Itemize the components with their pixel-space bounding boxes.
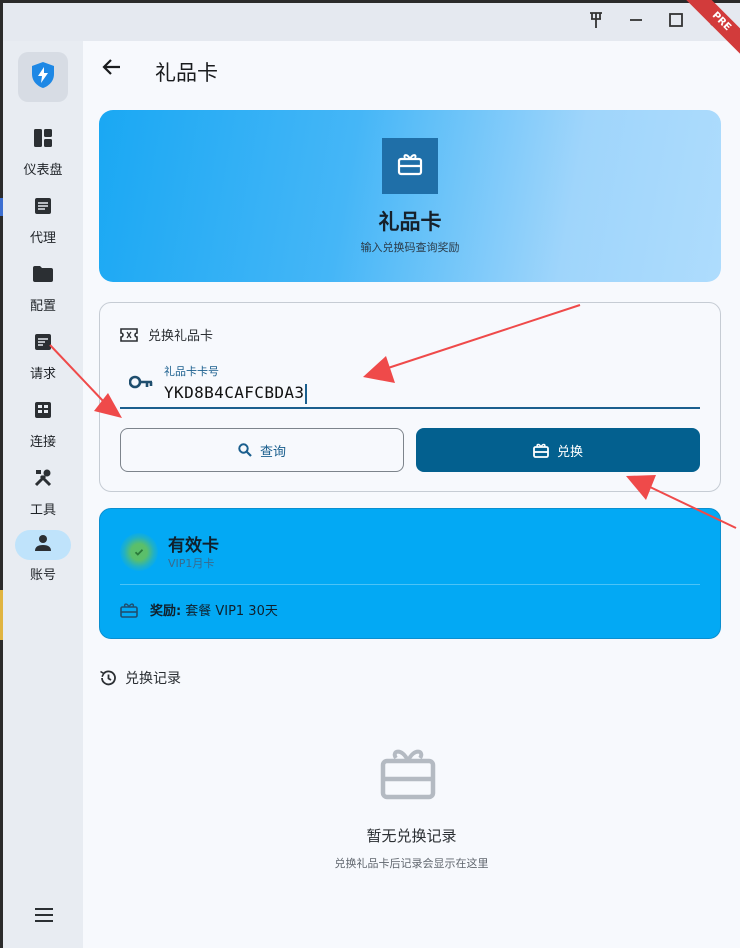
reward-row: 奖励: 套餐 VIP1 30天	[120, 600, 278, 619]
pin-button[interactable]	[583, 9, 609, 35]
gift-card-number-value: YKD8B4CAFCBDA3	[164, 383, 305, 402]
redeem-button-label: 兑换	[556, 444, 583, 460]
query-button-label: 查询	[259, 444, 286, 460]
menu-button[interactable]	[31, 903, 57, 929]
ticket-icon	[120, 327, 140, 343]
sidebar-item-label: 代理	[29, 231, 56, 246]
check-circle-icon	[120, 533, 158, 571]
redeem-button[interactable]: 兑换	[416, 428, 700, 472]
search-icon	[238, 443, 252, 457]
card-type: VIP1月卡	[168, 557, 215, 570]
minimize-icon	[628, 12, 644, 32]
hero-banner: 礼品卡 输入兑换码查询奖励	[99, 110, 721, 282]
sidebar-item-label: 仪表盘	[23, 163, 63, 178]
article-icon	[34, 197, 52, 219]
gift-card-number-input[interactable]: YKD8B4CAFCBDA3	[164, 383, 308, 404]
sidebar-item-tools[interactable]: 工具	[3, 465, 83, 527]
sidebar: 仪表盘 代理 配置 请求 连接 工具 账号	[3, 41, 83, 948]
hero-subtitle: 输入兑换码查询奖励	[360, 241, 460, 254]
empty-state-subtitle: 兑换礼品卡后记录会显示在这里	[334, 857, 489, 870]
page-title: 礼品卡	[155, 61, 218, 85]
shield-bolt-icon	[29, 60, 57, 94]
empty-state-title: 暂无兑换记录	[366, 827, 457, 845]
history-heading-label: 兑换记录	[125, 671, 181, 687]
sidebar-item-requests[interactable]: 请求	[3, 329, 83, 391]
history-icon	[99, 669, 119, 687]
menu-icon	[34, 907, 54, 926]
pin-icon	[587, 11, 605, 33]
query-button[interactable]: 查询	[120, 428, 404, 472]
sidebar-item-label: 请求	[29, 367, 56, 382]
main-content: 礼品卡 礼品卡 输入兑换码查询奖励 兑换礼品卡 礼品卡卡号 YKD8B4CAFC…	[83, 41, 740, 948]
maximize-icon	[668, 12, 684, 32]
sidebar-item-label: 配置	[29, 299, 56, 314]
gift-card-number-label: 礼品卡卡号	[164, 365, 219, 378]
sidebar-item-account[interactable]: 账号	[3, 530, 83, 592]
sidebar-item-connections[interactable]: 连接	[3, 397, 83, 459]
tools-icon	[33, 468, 53, 492]
gift-card-icon	[120, 602, 140, 618]
maximize-button[interactable]	[663, 9, 689, 35]
person-icon	[34, 534, 52, 556]
key-icon	[128, 374, 153, 393]
connections-icon	[34, 401, 52, 423]
redeem-heading-label: 兑换礼品卡	[148, 329, 214, 344]
dashboard-icon	[33, 128, 53, 152]
reward-prefix: 奖励:	[150, 604, 182, 619]
request-icon	[34, 333, 52, 355]
title-bar: PRE	[3, 0, 740, 61]
gift-card-icon	[397, 152, 423, 180]
history-heading: 兑换记录	[99, 668, 181, 688]
sidebar-item-label: 连接	[29, 435, 56, 450]
app-logo[interactable]	[18, 52, 68, 102]
sidebar-item-label: 工具	[29, 503, 56, 518]
sidebar-item-config[interactable]: 配置	[3, 261, 83, 323]
folder-icon	[32, 265, 54, 287]
text-cursor	[305, 383, 308, 404]
hero-icon-box	[382, 138, 438, 194]
redeem-heading: 兑换礼品卡	[120, 325, 213, 344]
back-arrow-icon	[101, 58, 121, 80]
gift-card-icon	[533, 443, 549, 458]
reward-text: 套餐 VIP1 30天	[185, 604, 278, 619]
sidebar-item-proxy[interactable]: 代理	[3, 193, 83, 255]
card-status: 有效卡	[168, 536, 219, 556]
sidebar-item-dashboard[interactable]: 仪表盘	[3, 125, 83, 187]
back-button[interactable]	[97, 55, 125, 83]
gift-card-icon	[379, 745, 437, 805]
hero-title: 礼品卡	[378, 210, 442, 234]
divider	[120, 584, 700, 585]
minimize-button[interactable]	[623, 9, 649, 35]
card-result-panel: 有效卡 VIP1月卡 奖励: 套餐 VIP1 30天	[99, 508, 721, 639]
sidebar-item-label: 账号	[29, 568, 56, 583]
redeem-card: 兑换礼品卡 礼品卡卡号 YKD8B4CAFCBDA3 查询 兑换	[99, 302, 721, 492]
input-underline	[120, 407, 700, 409]
